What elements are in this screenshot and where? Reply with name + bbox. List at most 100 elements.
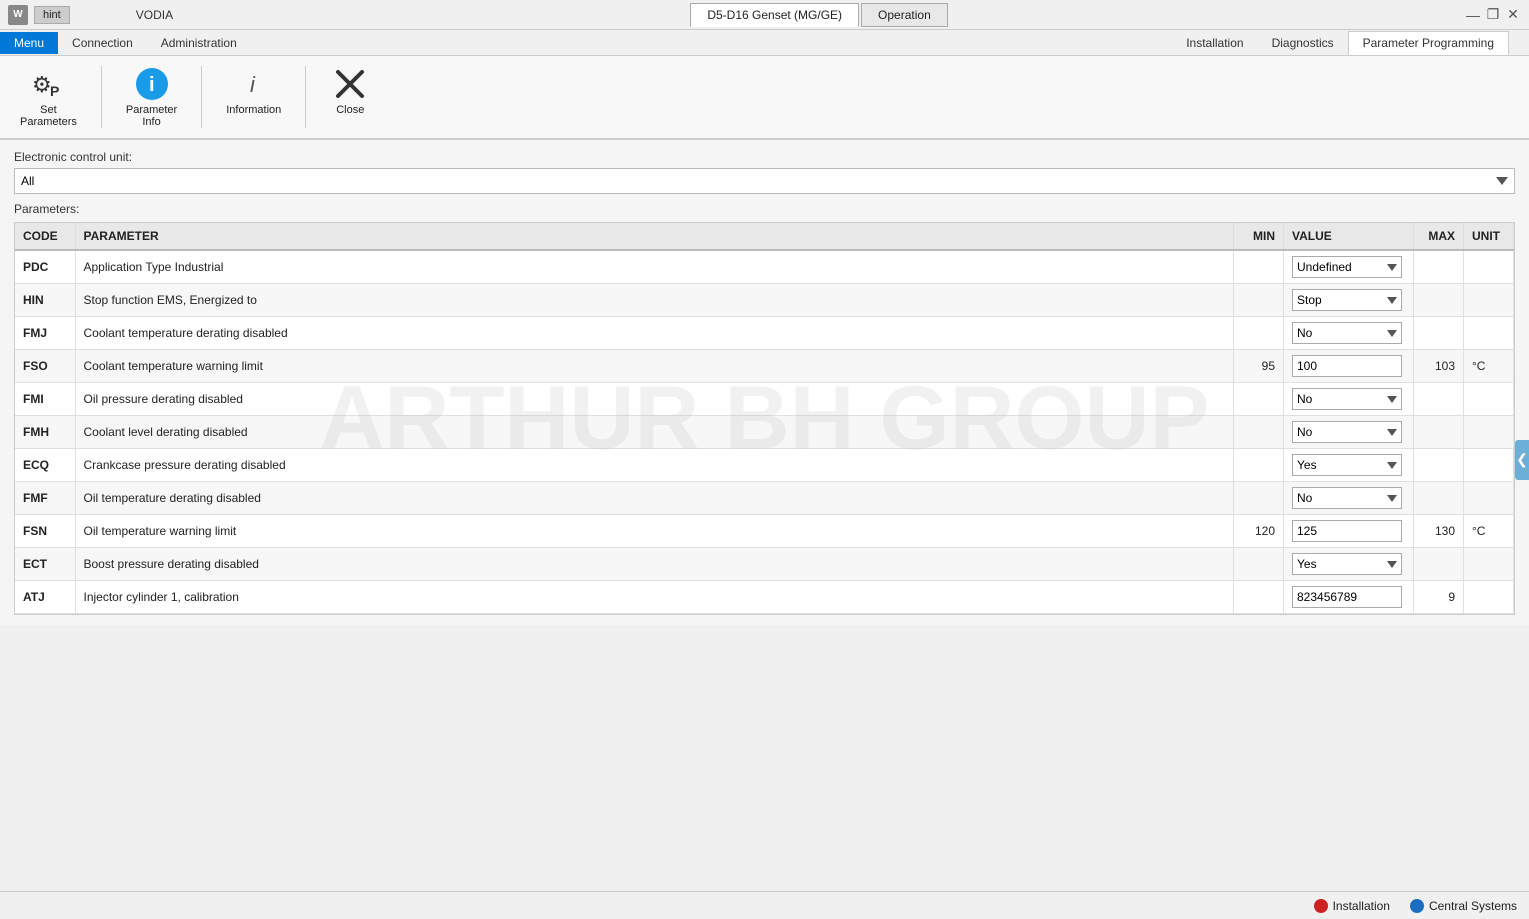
ecu-label: Electronic control unit: (14, 150, 1515, 164)
row-value-cell: NoYes (1284, 548, 1414, 581)
row-min (1234, 284, 1284, 317)
row-max (1414, 250, 1464, 284)
menu-item-connection[interactable]: Connection (58, 32, 147, 54)
content-area: Electronic control unit: All Parameters:… (0, 140, 1529, 625)
col-parameter: PARAMETER (75, 223, 1234, 250)
row-max (1414, 548, 1464, 581)
row-min (1234, 449, 1284, 482)
row-min (1234, 383, 1284, 416)
ecu-select-row: All (14, 168, 1515, 194)
right-collapse-tab[interactable]: ❮ (1515, 440, 1529, 480)
information-label: Information (226, 104, 281, 116)
table-row: ATJInjector cylinder 1, calibration9 (15, 581, 1514, 614)
minimize-button[interactable]: — (1465, 7, 1481, 23)
maximize-button[interactable]: ❐ (1485, 7, 1501, 23)
value-select[interactable]: NoYes (1292, 487, 1402, 509)
toolbar: ⚙ P SetParameters i ParameterInfo i Info… (0, 56, 1529, 140)
row-value-cell (1284, 350, 1414, 383)
row-value-cell: NoYes (1284, 317, 1414, 350)
menu-item-menu[interactable]: Menu (0, 32, 58, 54)
table-row: FSOCoolant temperature warning limit95 10… (15, 350, 1514, 383)
row-max: 9 (1414, 581, 1464, 614)
row-unit (1464, 581, 1514, 614)
subtab-diagnostics[interactable]: Diagnostics (1258, 32, 1348, 54)
row-unit: °C (1464, 515, 1514, 548)
value-select[interactable]: Stop (1292, 289, 1402, 311)
company-name: VODIA (136, 8, 173, 22)
value-input[interactable] (1292, 520, 1402, 542)
row-code: FMH (15, 416, 75, 449)
table-row: HINStop function EMS, Energized toStop (15, 284, 1514, 317)
row-code: FMI (15, 383, 75, 416)
window-controls: — ❐ ✕ (1465, 7, 1521, 23)
value-select[interactable]: NoYes (1292, 553, 1402, 575)
status-central-systems: Central Systems (1410, 899, 1517, 913)
row-unit (1464, 449, 1514, 482)
row-min (1234, 482, 1284, 515)
close-button[interactable]: Close (320, 62, 380, 120)
row-min (1234, 548, 1284, 581)
parameter-info-icon: i (134, 66, 170, 102)
row-max: 130 (1414, 515, 1464, 548)
row-min: 120 (1234, 515, 1284, 548)
title-bar-left: W hint VODIA (8, 5, 173, 25)
parameter-info-label: ParameterInfo (126, 104, 177, 128)
value-select[interactable]: NoYes (1292, 421, 1402, 443)
table-row: FMHCoolant level derating disabledNoYes (15, 416, 1514, 449)
row-parameter: Crankcase pressure derating disabled (75, 449, 1234, 482)
row-parameter: Oil pressure derating disabled (75, 383, 1234, 416)
col-code: CODE (15, 223, 75, 250)
value-select[interactable]: NoYes (1292, 388, 1402, 410)
table-row: PDCApplication Type Industrial Undefined (15, 250, 1514, 284)
row-parameter: Application Type Industrial (75, 250, 1234, 284)
value-input[interactable] (1292, 586, 1402, 608)
value-select[interactable]: NoYes (1292, 322, 1402, 344)
row-max (1414, 482, 1464, 515)
svg-text:P: P (50, 83, 59, 99)
params-label: Parameters: (14, 202, 1515, 216)
row-value-cell (1284, 515, 1414, 548)
row-unit (1464, 383, 1514, 416)
set-parameters-label: SetParameters (20, 104, 77, 128)
subtab-parameter-programming[interactable]: Parameter Programming (1348, 31, 1509, 55)
menu-item-administration[interactable]: Administration (147, 32, 251, 54)
row-code: ATJ (15, 581, 75, 614)
row-unit: °C (1464, 350, 1514, 383)
row-min: 95 (1234, 350, 1284, 383)
row-unit (1464, 548, 1514, 581)
table-row: FMIOil pressure derating disabled NoYes (15, 383, 1514, 416)
row-parameter: Coolant temperature derating disabled (75, 317, 1234, 350)
set-parameters-button[interactable]: ⚙ P SetParameters (10, 62, 87, 132)
row-unit (1464, 317, 1514, 350)
value-input[interactable] (1292, 355, 1402, 377)
row-code: PDC (15, 250, 75, 284)
row-max (1414, 416, 1464, 449)
row-parameter: Coolant temperature warning limit (75, 350, 1234, 383)
title-bar: W hint VODIA D5-D16 Genset (MG/GE) Opera… (0, 0, 1529, 30)
row-min (1234, 317, 1284, 350)
information-button[interactable]: i Information (216, 62, 291, 120)
row-value-cell: NoYes (1284, 383, 1414, 416)
row-max: 103 (1414, 350, 1464, 383)
table-header-row: CODE PARAMETER MIN VALUE MAX UNIT (15, 223, 1514, 250)
title-tab-genset[interactable]: D5-D16 Genset (MG/GE) (690, 3, 859, 27)
value-select[interactable]: Undefined (1292, 256, 1402, 278)
table-row: FMFOil temperature derating disabledNoYe… (15, 482, 1514, 515)
window-close-button[interactable]: ✕ (1505, 7, 1521, 23)
row-value-cell: NoYes (1284, 416, 1414, 449)
table-row: FSNOil temperature warning limit120130°C (15, 515, 1514, 548)
subtab-installation[interactable]: Installation (1172, 32, 1257, 54)
row-code: FSO (15, 350, 75, 383)
title-tab-operation[interactable]: Operation (861, 3, 948, 27)
title-tabs: D5-D16 Genset (MG/GE) Operation (690, 3, 947, 27)
status-installation: Installation (1314, 899, 1390, 913)
parameter-info-button[interactable]: i ParameterInfo (116, 62, 187, 132)
ecu-select[interactable]: All (14, 168, 1515, 194)
row-code: HIN (15, 284, 75, 317)
value-select[interactable]: NoYes (1292, 454, 1402, 476)
close-label: Close (336, 104, 364, 116)
params-table-wrapper: ARTHUR BH GROUP CODE PARAMETER MIN VALUE… (14, 222, 1515, 615)
col-value: VALUE (1284, 223, 1414, 250)
hint-box: hint (34, 6, 70, 24)
row-code: FMJ (15, 317, 75, 350)
